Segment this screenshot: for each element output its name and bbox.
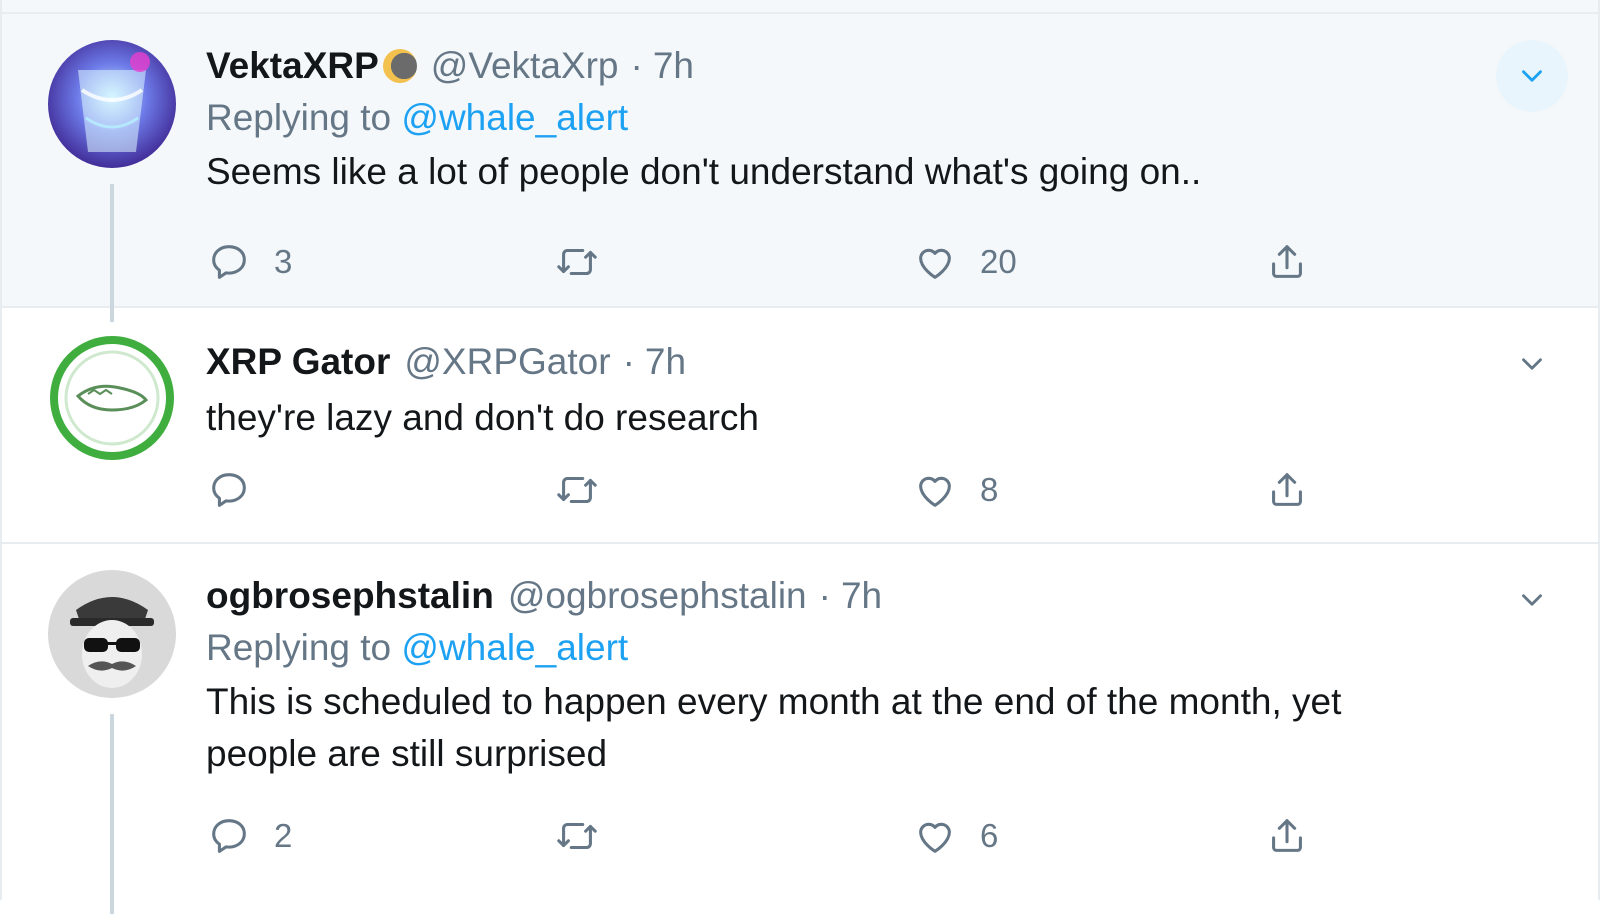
retweet-button[interactable] — [554, 808, 600, 864]
like-button[interactable]: 8 — [912, 462, 998, 518]
thread-line — [110, 714, 114, 914]
tweet-actions: 3 20 — [206, 234, 1346, 290]
tweet-text: they're lazy and don't do research — [206, 397, 760, 438]
tweet-text: Seems like a lot of people don't underst… — [206, 151, 1202, 192]
heart-icon — [919, 248, 951, 279]
tweet-content: VektaXRP @VektaXrp · 7h Replying to @wha… — [206, 42, 1488, 198]
display-name[interactable]: VektaXRP — [206, 42, 379, 90]
tweet-text-line-1: This is scheduled to happen every month … — [206, 681, 1342, 722]
share-icon — [1272, 245, 1302, 278]
tweet-actions: 8 — [206, 462, 1346, 518]
tweet-actions: 2 6 — [206, 808, 1346, 864]
replying-to: Replying to @whale_alert — [206, 620, 1488, 676]
share-button[interactable] — [1264, 808, 1310, 864]
like-button[interactable]: 20 — [912, 234, 1017, 290]
replying-to-label: Replying to — [206, 627, 392, 668]
share-icon — [1272, 819, 1302, 852]
separator-dot: · — [630, 45, 643, 86]
avatar[interactable] — [48, 570, 176, 698]
gator-logo-avatar-icon — [48, 334, 176, 462]
like-button[interactable]: 6 — [912, 808, 998, 864]
tweet-item[interactable]: ogbrosephstalin @ogbrosephstalin · 7h Re… — [2, 544, 1598, 914]
mustache-man-avatar-icon — [48, 570, 176, 698]
user-handle[interactable]: @XRPGator — [404, 338, 610, 386]
reply-icon — [212, 473, 246, 507]
mention-link[interactable]: @whale_alert — [401, 627, 628, 668]
tweet-text-line-2: people are still surprised — [206, 733, 608, 774]
replying-to: Replying to @whale_alert — [206, 90, 1488, 146]
separator-dot: · — [818, 575, 831, 616]
reply-button[interactable]: 3 — [206, 234, 292, 290]
timestamp[interactable]: 7h — [645, 338, 686, 386]
reply-icon — [212, 245, 246, 279]
chevron-down-icon — [1522, 594, 1542, 606]
tweet-content: XRP Gator @XRPGator · 7h they're lazy an… — [206, 338, 1488, 444]
more-options-button[interactable] — [1496, 564, 1568, 636]
retweet-icon — [557, 822, 597, 850]
user-handle[interactable]: @VektaXrp — [431, 42, 619, 90]
like-count: 8 — [980, 471, 999, 508]
heart-icon — [919, 476, 951, 507]
chevron-down-icon — [1522, 358, 1542, 370]
like-count: 20 — [980, 243, 1017, 280]
tweet-header: ogbrosephstalin @ogbrosephstalin · 7h — [206, 572, 1488, 620]
avatar[interactable] — [48, 334, 176, 462]
share-button[interactable] — [1264, 462, 1310, 518]
user-handle[interactable]: @ogbrosephstalin — [508, 572, 807, 620]
tweet-item[interactable]: VektaXRP @VektaXrp · 7h Replying to @wha… — [2, 14, 1598, 322]
chevron-down-icon — [1522, 70, 1542, 82]
tweet-feed: VektaXRP @VektaXrp · 7h Replying to @wha… — [0, 0, 1600, 914]
tweet-header: XRP Gator @XRPGator · 7h — [206, 338, 1488, 386]
thread-line — [110, 184, 114, 322]
share-button[interactable] — [1264, 234, 1310, 290]
mention-link[interactable]: @whale_alert — [401, 97, 628, 138]
top-divider — [2, 0, 1598, 14]
display-name[interactable]: ogbrosephstalin — [206, 572, 494, 620]
more-options-button[interactable] — [1496, 328, 1568, 400]
reply-count: 3 — [274, 243, 293, 280]
heart-icon — [919, 822, 951, 853]
retweet-icon — [557, 248, 597, 276]
tweet-content: ogbrosephstalin @ogbrosephstalin · 7h Re… — [206, 572, 1488, 780]
tweet-item[interactable]: XRP Gator @XRPGator · 7h they're lazy an… — [2, 308, 1598, 544]
reply-button[interactable]: 2 — [206, 808, 292, 864]
tweet-header: VektaXRP @VektaXrp · 7h — [206, 42, 1488, 90]
reply-button[interactable] — [206, 462, 274, 518]
reply-count: 2 — [274, 817, 293, 854]
glowing-cup-avatar-icon — [48, 40, 176, 168]
timestamp[interactable]: 7h — [653, 42, 694, 90]
retweet-icon — [557, 476, 597, 504]
display-name[interactable]: XRP Gator — [206, 338, 390, 386]
replying-to-label: Replying to — [206, 97, 392, 138]
more-options-button[interactable] — [1496, 40, 1568, 112]
retweet-button[interactable] — [554, 462, 600, 518]
timestamp[interactable]: 7h — [841, 572, 882, 620]
share-icon — [1272, 473, 1302, 506]
retweet-button[interactable] — [554, 234, 600, 290]
avatar[interactable] — [48, 40, 176, 168]
half-moon-icon — [382, 49, 417, 83]
reply-icon — [212, 819, 246, 853]
like-count: 6 — [980, 817, 999, 854]
separator-dot: · — [622, 341, 635, 382]
